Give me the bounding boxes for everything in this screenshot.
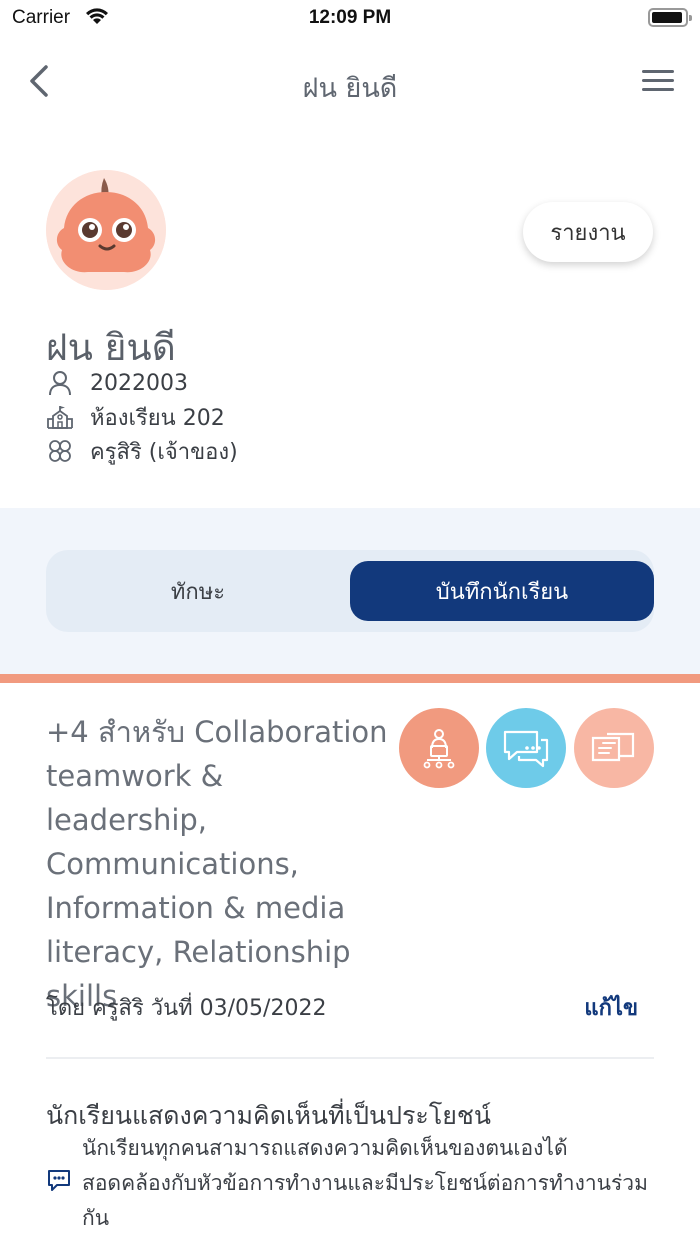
hamburger-menu-icon[interactable] xyxy=(638,66,678,98)
clock: 12:09 PM xyxy=(308,7,392,28)
navigation-bar: ฝน ยินดี xyxy=(0,52,700,112)
handshake-icon xyxy=(574,708,654,788)
classroom-row: ห้องเรียน 202 xyxy=(46,402,225,432)
status-bar: Carrier 12:09 PM xyxy=(0,0,700,40)
divider xyxy=(46,1057,654,1059)
note-author-date: โดย ครูสิริ วันที่ 03/05/2022 xyxy=(46,996,327,1021)
school-icon xyxy=(46,403,74,431)
user-icon xyxy=(46,369,74,397)
student-id-row: 2022003 xyxy=(46,368,188,398)
behavior-description: นักเรียนทุกคนสามารถแสดงความคิดเห็นของตนเ… xyxy=(82,1136,648,1230)
tab-section: ทักษะ บันทึกนักเรียน xyxy=(0,508,700,676)
report-button[interactable]: รายงาน xyxy=(523,202,653,262)
presenter-icon xyxy=(399,708,479,788)
teacher: ครูสิริ (เจ้าของ) xyxy=(90,439,238,465)
behavior-title: นักเรียนแสดงความคิดเห็นที่เป็นประโยชน์ xyxy=(46,1101,491,1130)
student-id: 2022003 xyxy=(90,370,188,396)
chat-icon xyxy=(486,708,566,788)
teacher-row: ครูสิริ (เจ้าของ) xyxy=(46,436,238,466)
edit-button[interactable]: แก้ไข xyxy=(584,990,638,1025)
page-title: ฝน ยินดี xyxy=(302,73,398,104)
group-icon xyxy=(46,437,74,465)
tab-student-notes[interactable]: บันทึกนักเรียน xyxy=(350,561,654,621)
tab-skills[interactable]: ทักษะ xyxy=(46,561,350,621)
battery-icon xyxy=(648,8,692,27)
note-title: +4 สำหรับ Collaboration teamwork & leade… xyxy=(46,715,388,1013)
avatar xyxy=(46,170,166,290)
segmented-control: ทักษะ บันทึกนักเรียน xyxy=(46,550,654,632)
accent-divider xyxy=(0,674,700,683)
comment-icon xyxy=(46,1167,74,1195)
classroom: ห้องเรียน 202 xyxy=(90,405,225,431)
